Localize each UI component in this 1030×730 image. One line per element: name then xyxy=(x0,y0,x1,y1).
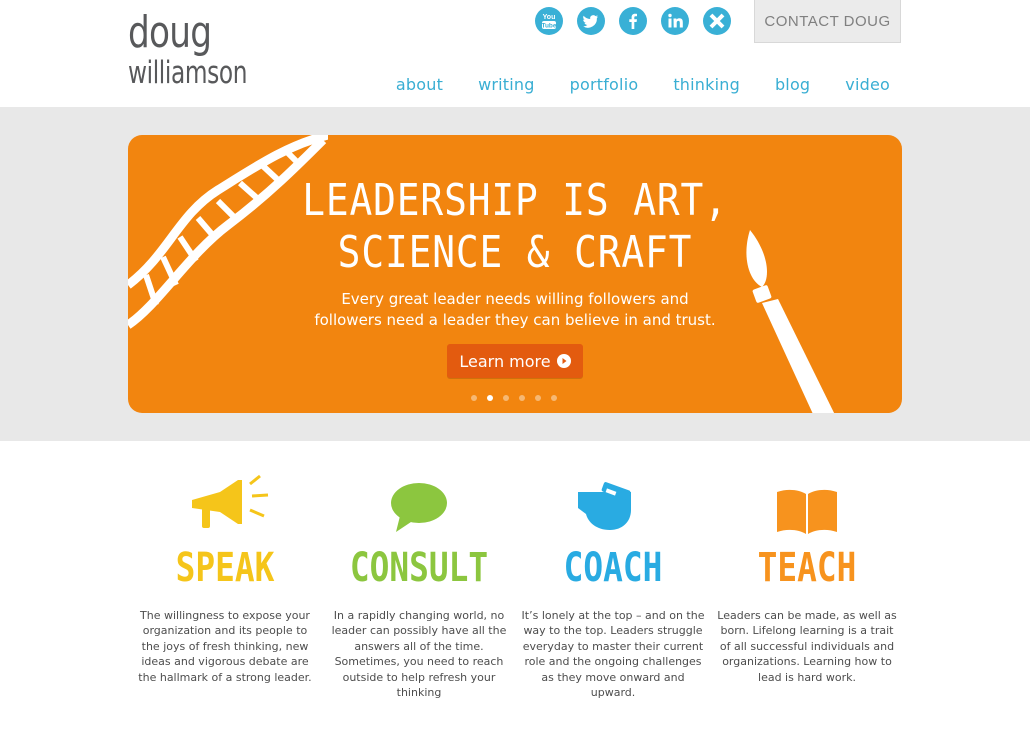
nav-video[interactable]: video xyxy=(845,75,890,94)
logo-line-1: doug xyxy=(128,7,212,58)
feature-teach: TEACH Leaders can be made, as well as bo… xyxy=(710,470,904,685)
slider-dot[interactable] xyxy=(471,395,477,401)
megaphone-icon xyxy=(192,474,269,528)
feature-coach: COACH It’s lonely at the top – and on th… xyxy=(516,470,710,700)
social-links: You Tube xyxy=(535,7,731,35)
nav-writing[interactable]: writing xyxy=(478,75,535,94)
slider-dot[interactable] xyxy=(551,395,557,401)
learn-more-label: Learn more xyxy=(459,351,551,371)
banner-headline-1: LEADERSHIP IS ART, xyxy=(302,175,728,226)
youtube-icon[interactable]: You Tube xyxy=(535,7,563,35)
logo-line-2: williamson xyxy=(128,55,248,91)
book-icon xyxy=(777,489,837,534)
main-nav: about writing portfolio thinking blog vi… xyxy=(361,75,890,94)
feature-desc-speak: The willingness to expose your organizat… xyxy=(138,609,312,684)
nav-blog[interactable]: blog xyxy=(775,75,810,94)
contact-button[interactable]: CONTACT DOUG xyxy=(754,0,901,43)
svg-text:Tube: Tube xyxy=(541,23,556,30)
feature-desc-coach: It’s lonely at the top – and on the way … xyxy=(521,609,705,700)
site-logo[interactable]: doug williamson xyxy=(128,7,287,91)
features-section: SPEAK The willingness to expose your org… xyxy=(128,470,902,710)
facebook-icon[interactable] xyxy=(619,7,647,35)
svg-text:You: You xyxy=(543,14,556,21)
slider-dot[interactable] xyxy=(535,395,541,401)
feature-desc-consult: In a rapidly changing world, no leader c… xyxy=(331,609,507,700)
play-arrow-icon xyxy=(556,354,571,368)
nav-portfolio[interactable]: portfolio xyxy=(570,75,639,94)
feature-title-teach: TEACH xyxy=(757,545,857,591)
paintbrush-icon xyxy=(746,230,835,413)
site-header: doug williamson You Tube CONTACT DOUG ab… xyxy=(0,0,1030,107)
slider-dot[interactable] xyxy=(503,395,509,401)
feature-desc-teach: Leaders can be made, as well as born. Li… xyxy=(717,609,897,684)
speech-bubble-icon xyxy=(391,483,447,532)
whistle-icon xyxy=(578,482,631,530)
feature-title-coach: COACH xyxy=(563,545,663,591)
slider-dot-active[interactable] xyxy=(487,395,493,401)
feature-title-speak: SPEAK xyxy=(175,545,275,591)
slider-dot[interactable] xyxy=(519,395,525,401)
feature-title-consult: CONSULT xyxy=(349,545,489,591)
feature-speak: SPEAK The willingness to expose your org… xyxy=(128,470,322,685)
hero-banner: LEADERSHIP IS ART, SCIENCE & CRAFT Every… xyxy=(128,135,902,413)
twitter-icon[interactable] xyxy=(577,7,605,35)
xing-icon[interactable] xyxy=(703,7,731,35)
nav-thinking[interactable]: thinking xyxy=(673,75,740,94)
nav-about[interactable]: about xyxy=(396,75,443,94)
linkedin-icon[interactable] xyxy=(661,7,689,35)
slider-dots xyxy=(471,395,557,401)
feature-consult: CONSULT In a rapidly changing world, no … xyxy=(322,470,516,700)
learn-more-button[interactable]: Learn more xyxy=(447,344,583,378)
